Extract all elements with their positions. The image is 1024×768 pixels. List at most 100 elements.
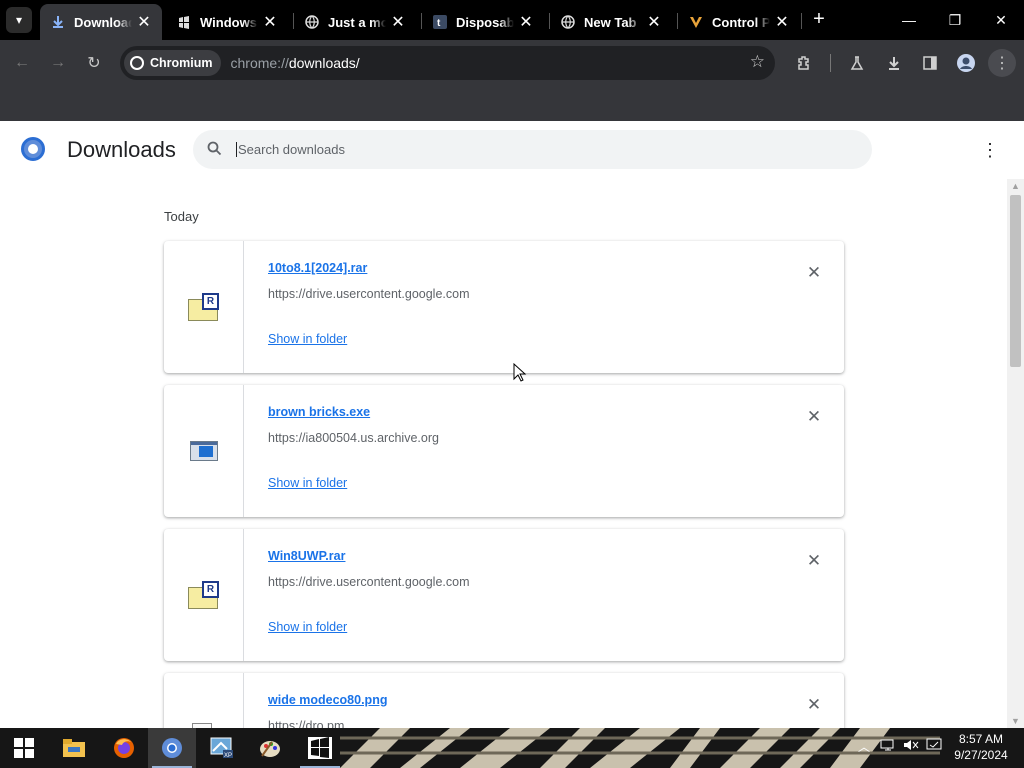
tab-title: Download xyxy=(74,14,132,30)
download-item: R Win8UWP.rar https://drive.usercontent.… xyxy=(164,529,844,661)
network-icon[interactable] xyxy=(880,738,896,755)
tab-control-panel[interactable]: Control Pa ✕ xyxy=(678,4,800,40)
side-panel-icon[interactable] xyxy=(916,49,944,77)
taskbar: XP ︿ 8:57 AM 9/27/2024 xyxy=(0,728,1024,768)
remove-item-close-icon[interactable]: ✕ xyxy=(804,263,824,283)
scrollbar-thumb[interactable] xyxy=(1010,195,1021,367)
paint-icon[interactable] xyxy=(246,728,294,768)
volume-muted-icon[interactable] xyxy=(903,738,919,755)
tab-close-icon[interactable]: ✕ xyxy=(774,12,790,32)
downloads-page: Downloads ⋮ Today R 10to8.1[2024].rar ht… xyxy=(0,121,1024,728)
back-button[interactable]: ← xyxy=(8,49,36,77)
tab-disposable[interactable]: t Disposable ✕ xyxy=(422,4,544,40)
download-item: wide modeco80.png https://dro.pm ✕ xyxy=(164,673,844,728)
file-explorer-icon[interactable] xyxy=(50,728,98,768)
page-scrollbar[interactable]: ▲ ▼ xyxy=(1007,179,1024,728)
tab-close-icon[interactable]: ✕ xyxy=(646,12,662,32)
close-window-button[interactable]: ✕ xyxy=(978,0,1024,40)
tab-close-icon[interactable]: ✕ xyxy=(262,12,278,32)
control-panel-icon[interactable]: XP xyxy=(198,728,246,768)
clock-date: 9/27/2024 xyxy=(954,748,1008,762)
scroll-up-icon[interactable]: ▲ xyxy=(1011,181,1020,191)
tab-downloads[interactable]: Download ✕ xyxy=(40,4,162,40)
chromium-logo-icon xyxy=(21,137,45,161)
file-source-url[interactable]: https://drive.usercontent.google.com xyxy=(268,575,470,589)
tab-title: Just a mom xyxy=(328,14,386,30)
file-source-url[interactable]: https://dro.pm xyxy=(268,719,344,728)
scroll-down-icon[interactable]: ▼ xyxy=(1011,716,1020,726)
search-input[interactable] xyxy=(236,142,736,157)
mouse-cursor-icon xyxy=(513,363,527,382)
file-source-url[interactable]: https://ia800504.us.archive.org xyxy=(268,431,439,445)
tray-overflow-chevron-icon[interactable]: ︿ xyxy=(858,738,870,755)
remove-item-close-icon[interactable]: ✕ xyxy=(804,551,824,571)
file-name-link[interactable]: Win8UWP.rar xyxy=(268,549,345,563)
chrome-menu-icon[interactable]: ⋮ xyxy=(988,49,1016,77)
windows-icon xyxy=(176,14,192,30)
download-item: R 10to8.1[2024].rar https://drive.userco… xyxy=(164,241,844,373)
forward-button[interactable]: → xyxy=(44,49,72,77)
rar-archive-icon: R xyxy=(188,293,220,321)
labs-flask-icon[interactable] xyxy=(843,49,871,77)
download-item: brown bricks.exe https://ia800504.us.arc… xyxy=(164,385,844,517)
windows-media-icon[interactable] xyxy=(296,728,344,768)
page-title: Downloads xyxy=(67,137,176,162)
remove-item-close-icon[interactable]: ✕ xyxy=(804,407,824,427)
file-icon-column xyxy=(164,385,244,517)
tab-close-icon[interactable]: ✕ xyxy=(518,12,534,32)
file-name-link[interactable]: 10to8.1[2024].rar xyxy=(268,261,367,275)
tab-windows[interactable]: Windows 8 ✕ xyxy=(166,4,288,40)
reload-button[interactable]: ↻ xyxy=(80,49,108,77)
restore-button[interactable]: ❐ xyxy=(932,0,978,40)
tab-just-a-moment[interactable]: Just a mom ✕ xyxy=(294,4,416,40)
rar-archive-icon: R xyxy=(188,581,220,609)
firefox-icon[interactable] xyxy=(100,728,148,768)
svg-text:XP: XP xyxy=(224,753,232,759)
tab-strip: ▾ Download ✕ Windows 8 ✕ Just a mom ✕ t … xyxy=(0,0,1024,40)
file-name-link[interactable]: wide modeco80.png xyxy=(268,693,387,707)
tab-search-button[interactable]: ▾ xyxy=(6,7,32,33)
extensions-icon[interactable] xyxy=(790,49,818,77)
system-clock[interactable]: 8:57 AM 9/27/2024 xyxy=(948,731,1014,763)
address-bar[interactable]: Chromium chrome://downloads/ ☆ xyxy=(120,46,775,80)
tab-title: Windows 8 xyxy=(200,14,258,30)
start-button[interactable] xyxy=(0,728,48,768)
file-icon-column: R xyxy=(164,241,244,373)
bookmark-star-icon[interactable]: ☆ xyxy=(750,52,765,72)
clock-time: 8:57 AM xyxy=(958,732,1004,746)
browser-window: ▾ Download ✕ Windows 8 ✕ Just a mom ✕ t … xyxy=(0,0,1024,768)
vivaldi-icon xyxy=(688,14,704,30)
profile-avatar-icon[interactable] xyxy=(952,49,980,77)
show-in-folder-link[interactable]: Show in folder xyxy=(268,620,347,634)
tab-close-icon[interactable]: ✕ xyxy=(136,12,152,32)
chip-label: Chromium xyxy=(150,56,213,70)
tab-new-tab[interactable]: New Tab ✕ xyxy=(550,4,672,40)
search-bar[interactable] xyxy=(193,130,872,169)
file-name-link[interactable]: brown bricks.exe xyxy=(268,405,370,419)
tumblr-icon: t xyxy=(432,14,448,30)
show-in-folder-link[interactable]: Show in folder xyxy=(268,476,347,490)
minimize-button[interactable]: — xyxy=(886,0,932,40)
exe-file-icon xyxy=(190,441,218,461)
tab-title: New Tab xyxy=(584,14,637,30)
globe-icon xyxy=(304,14,320,30)
show-in-folder-link[interactable]: Show in folder xyxy=(268,332,347,346)
action-center-icon[interactable] xyxy=(926,738,942,755)
remove-item-close-icon[interactable]: ✕ xyxy=(804,695,824,715)
wallpaper-pattern xyxy=(340,728,940,768)
more-actions-icon[interactable]: ⋮ xyxy=(980,139,1000,161)
file-source-url[interactable]: https://drive.usercontent.google.com xyxy=(268,287,470,301)
downloads-toolbar-icon[interactable] xyxy=(880,49,908,77)
tab-close-icon[interactable]: ✕ xyxy=(390,12,406,32)
chromium-icon xyxy=(130,56,144,70)
site-info-chip[interactable]: Chromium xyxy=(124,50,221,76)
section-label-today: Today xyxy=(164,209,199,224)
windows-start-icon xyxy=(14,738,34,758)
url-text[interactable]: chrome://downloads/ xyxy=(231,55,360,71)
download-icon xyxy=(50,14,66,30)
tab-title: Control Pa xyxy=(712,14,770,30)
file-icon-column: R xyxy=(164,529,244,661)
toolbar: ← → ↻ Chromium chrome://downloads/ ☆ ⋮ xyxy=(0,40,1024,86)
new-tab-button[interactable]: + xyxy=(808,8,830,30)
chromium-taskbar-icon[interactable] xyxy=(148,728,196,768)
